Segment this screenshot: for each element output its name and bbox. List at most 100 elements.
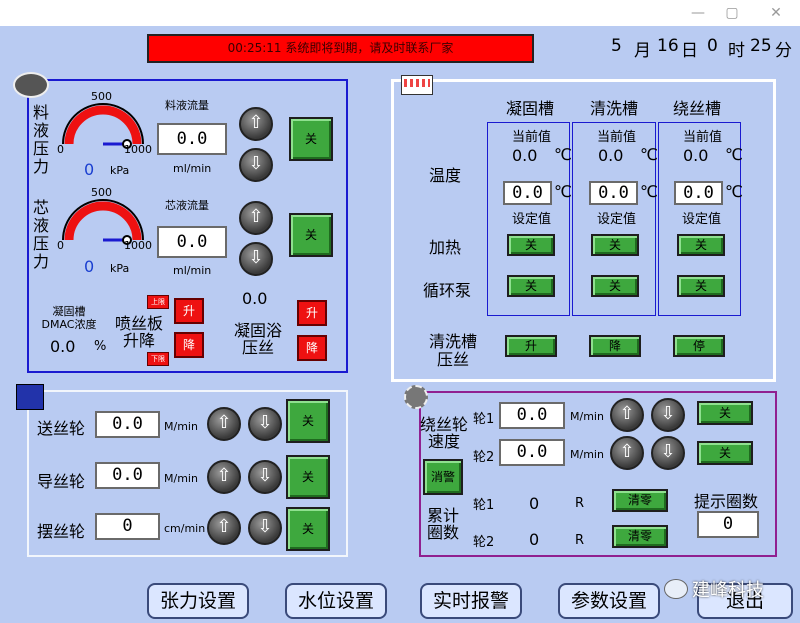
bath-value: 0.0 bbox=[242, 289, 268, 308]
core-pressure-unit: kPa bbox=[110, 262, 130, 275]
spinneret-up-button[interactable]: 升 bbox=[174, 298, 204, 324]
pump-toggle-2[interactable]: 关 bbox=[591, 275, 639, 297]
core-toggle-button[interactable]: 关 bbox=[289, 213, 333, 257]
core-flow-unit: ml/min bbox=[173, 264, 212, 277]
winding-speed1-down-button[interactable]: ⇩ bbox=[651, 398, 685, 432]
bath-up-button[interactable]: 升 bbox=[297, 300, 327, 326]
feed-wheel-up-button[interactable]: ⇧ bbox=[207, 407, 241, 441]
feed-wheel-down-button[interactable]: ⇩ bbox=[248, 407, 282, 441]
current-temp-unit-1: ℃ bbox=[554, 145, 572, 164]
spinneret-label: 喷丝板 升降 bbox=[114, 314, 163, 350]
pump-toggle-1[interactable]: 关 bbox=[507, 275, 555, 297]
watermark-text: 建峰科技 bbox=[692, 580, 764, 601]
tank-col-coag: 凝固槽 bbox=[506, 99, 555, 118]
minimize-icon[interactable]: — bbox=[680, 2, 716, 24]
winding-speed2-unit: M/min bbox=[570, 448, 604, 461]
feed-flow-down-button[interactable]: ⇩ bbox=[239, 148, 273, 182]
set-temp-unit-2: ℃ bbox=[640, 182, 658, 201]
winding-speed1-field[interactable]: 0.0 bbox=[499, 402, 565, 429]
winding-speed2-down-button[interactable]: ⇩ bbox=[651, 436, 685, 470]
close-icon[interactable]: ✕ bbox=[758, 2, 794, 24]
feed-pressure-value: 0 bbox=[84, 160, 95, 179]
guide-wheel-field[interactable]: 0.0 bbox=[95, 462, 160, 489]
day-unit: 日 bbox=[681, 41, 698, 61]
bath-label: 凝固浴 压丝 bbox=[233, 321, 282, 357]
wash-up-button[interactable]: 升 bbox=[505, 335, 557, 357]
accumulated-count-label: 累计 圈数 bbox=[426, 506, 459, 542]
feed-toggle-button[interactable]: 关 bbox=[289, 117, 333, 161]
feed-flow-label: 料液流量 bbox=[165, 99, 209, 112]
feed-flow-field[interactable]: 0.0 bbox=[157, 123, 227, 155]
prompt-count-field[interactable]: 0 bbox=[697, 511, 759, 538]
guide-wheel-up-button[interactable]: ⇧ bbox=[207, 460, 241, 494]
wechat-icon bbox=[664, 579, 688, 599]
feed-flow-up-button[interactable]: ⇧ bbox=[239, 107, 273, 141]
swing-wheel-down-button[interactable]: ⇩ bbox=[248, 511, 282, 545]
feed-gauge-min: 0 bbox=[57, 143, 64, 156]
current-temp-unit-2: ℃ bbox=[640, 145, 658, 164]
winding-speed1-unit: M/min bbox=[570, 410, 604, 423]
current-label-2: 当前值 bbox=[597, 130, 637, 145]
dmac-label: 凝固槽 DMAC浓度 bbox=[41, 305, 97, 331]
silence-alarm-button[interactable]: 消警 bbox=[423, 459, 463, 495]
maximize-icon[interactable]: ▢ bbox=[714, 2, 750, 24]
winding-speed2-up-button[interactable]: ⇧ bbox=[610, 436, 644, 470]
feed-wheel-field[interactable]: 0.0 bbox=[95, 411, 160, 438]
swing-wheel-toggle[interactable]: 关 bbox=[286, 507, 330, 551]
guide-wheel-unit: M/min bbox=[164, 472, 198, 485]
parameter-settings-button[interactable]: 参数设置 bbox=[558, 583, 660, 619]
water-level-button[interactable]: 水位设置 bbox=[285, 583, 387, 619]
minute-value: 25 bbox=[750, 36, 772, 56]
feed-wheel-unit: M/min bbox=[164, 420, 198, 433]
motor-icon bbox=[16, 384, 44, 410]
heat-toggle-3[interactable]: 关 bbox=[677, 234, 725, 256]
current-temp-1: 0.0 bbox=[512, 146, 538, 165]
tension-settings-button[interactable]: 张力设置 bbox=[147, 583, 249, 619]
winding-speed1-toggle[interactable]: 关 bbox=[697, 401, 753, 425]
realtime-alarm-button[interactable]: 实时报警 bbox=[420, 583, 522, 619]
current-temp-2: 0.0 bbox=[598, 146, 624, 165]
core-flow-field[interactable]: 0.0 bbox=[157, 226, 227, 258]
day-value: 16 bbox=[657, 36, 679, 56]
swing-wheel-up-button[interactable]: ⇧ bbox=[207, 511, 241, 545]
tank-heater-icon bbox=[401, 75, 433, 95]
clear-count1-button[interactable]: 清零 bbox=[612, 489, 668, 512]
core-flow-up-button[interactable]: ⇧ bbox=[239, 201, 273, 235]
guide-wheel-label: 导丝轮 bbox=[37, 472, 86, 491]
feed-gauge-mid: 500 bbox=[91, 90, 112, 103]
feed-gauge-max: 1000 bbox=[124, 143, 152, 156]
count1-value: 0 bbox=[529, 494, 540, 513]
core-gauge-max: 1000 bbox=[124, 239, 152, 252]
guide-wheel-down-button[interactable]: ⇩ bbox=[248, 460, 282, 494]
minute-unit: 分 bbox=[775, 41, 792, 61]
set-temp-unit-3: ℃ bbox=[725, 182, 743, 201]
winding-speed2-toggle[interactable]: 关 bbox=[697, 441, 753, 465]
set-temp-unit-1: ℃ bbox=[554, 182, 572, 201]
set-temp-field-3[interactable]: 0.0 bbox=[674, 181, 723, 205]
heat-toggle-1[interactable]: 关 bbox=[507, 234, 555, 256]
bath-down-button[interactable]: 降 bbox=[297, 335, 327, 361]
set-temp-field-2[interactable]: 0.0 bbox=[589, 181, 638, 205]
wash-down-button[interactable]: 降 bbox=[589, 335, 641, 357]
core-gauge-mid: 500 bbox=[91, 186, 112, 199]
swing-wheel-field[interactable]: 0 bbox=[95, 513, 160, 540]
winding-speed2-field[interactable]: 0.0 bbox=[499, 439, 565, 466]
guide-wheel-toggle[interactable]: 关 bbox=[286, 455, 330, 499]
clear-count2-button[interactable]: 清零 bbox=[612, 525, 668, 548]
winding-speed1-up-button[interactable]: ⇧ bbox=[610, 398, 644, 432]
core-flow-down-button[interactable]: ⇩ bbox=[239, 242, 273, 276]
heat-toggle-2[interactable]: 关 bbox=[591, 234, 639, 256]
spinneret-down-button[interactable]: 降 bbox=[174, 332, 204, 358]
pump-toggle-3[interactable]: 关 bbox=[677, 275, 725, 297]
wash-stop-button[interactable]: 停 bbox=[673, 335, 725, 357]
set-label-3: 设定值 bbox=[682, 212, 722, 227]
feed-wheel-label: 送丝轮 bbox=[37, 419, 86, 438]
feed-wheel-toggle[interactable]: 关 bbox=[286, 399, 330, 443]
set-temp-field-1[interactable]: 0.0 bbox=[503, 181, 552, 205]
spinneret-up-limit: 上限 bbox=[147, 295, 169, 309]
count-wheel1-label: 轮1 bbox=[473, 498, 495, 513]
core-flow-label: 芯液流量 bbox=[165, 199, 209, 212]
count2-value: 0 bbox=[529, 530, 540, 549]
current-temp-3: 0.0 bbox=[683, 146, 709, 165]
spinneret-down-limit: 下限 bbox=[147, 352, 169, 366]
